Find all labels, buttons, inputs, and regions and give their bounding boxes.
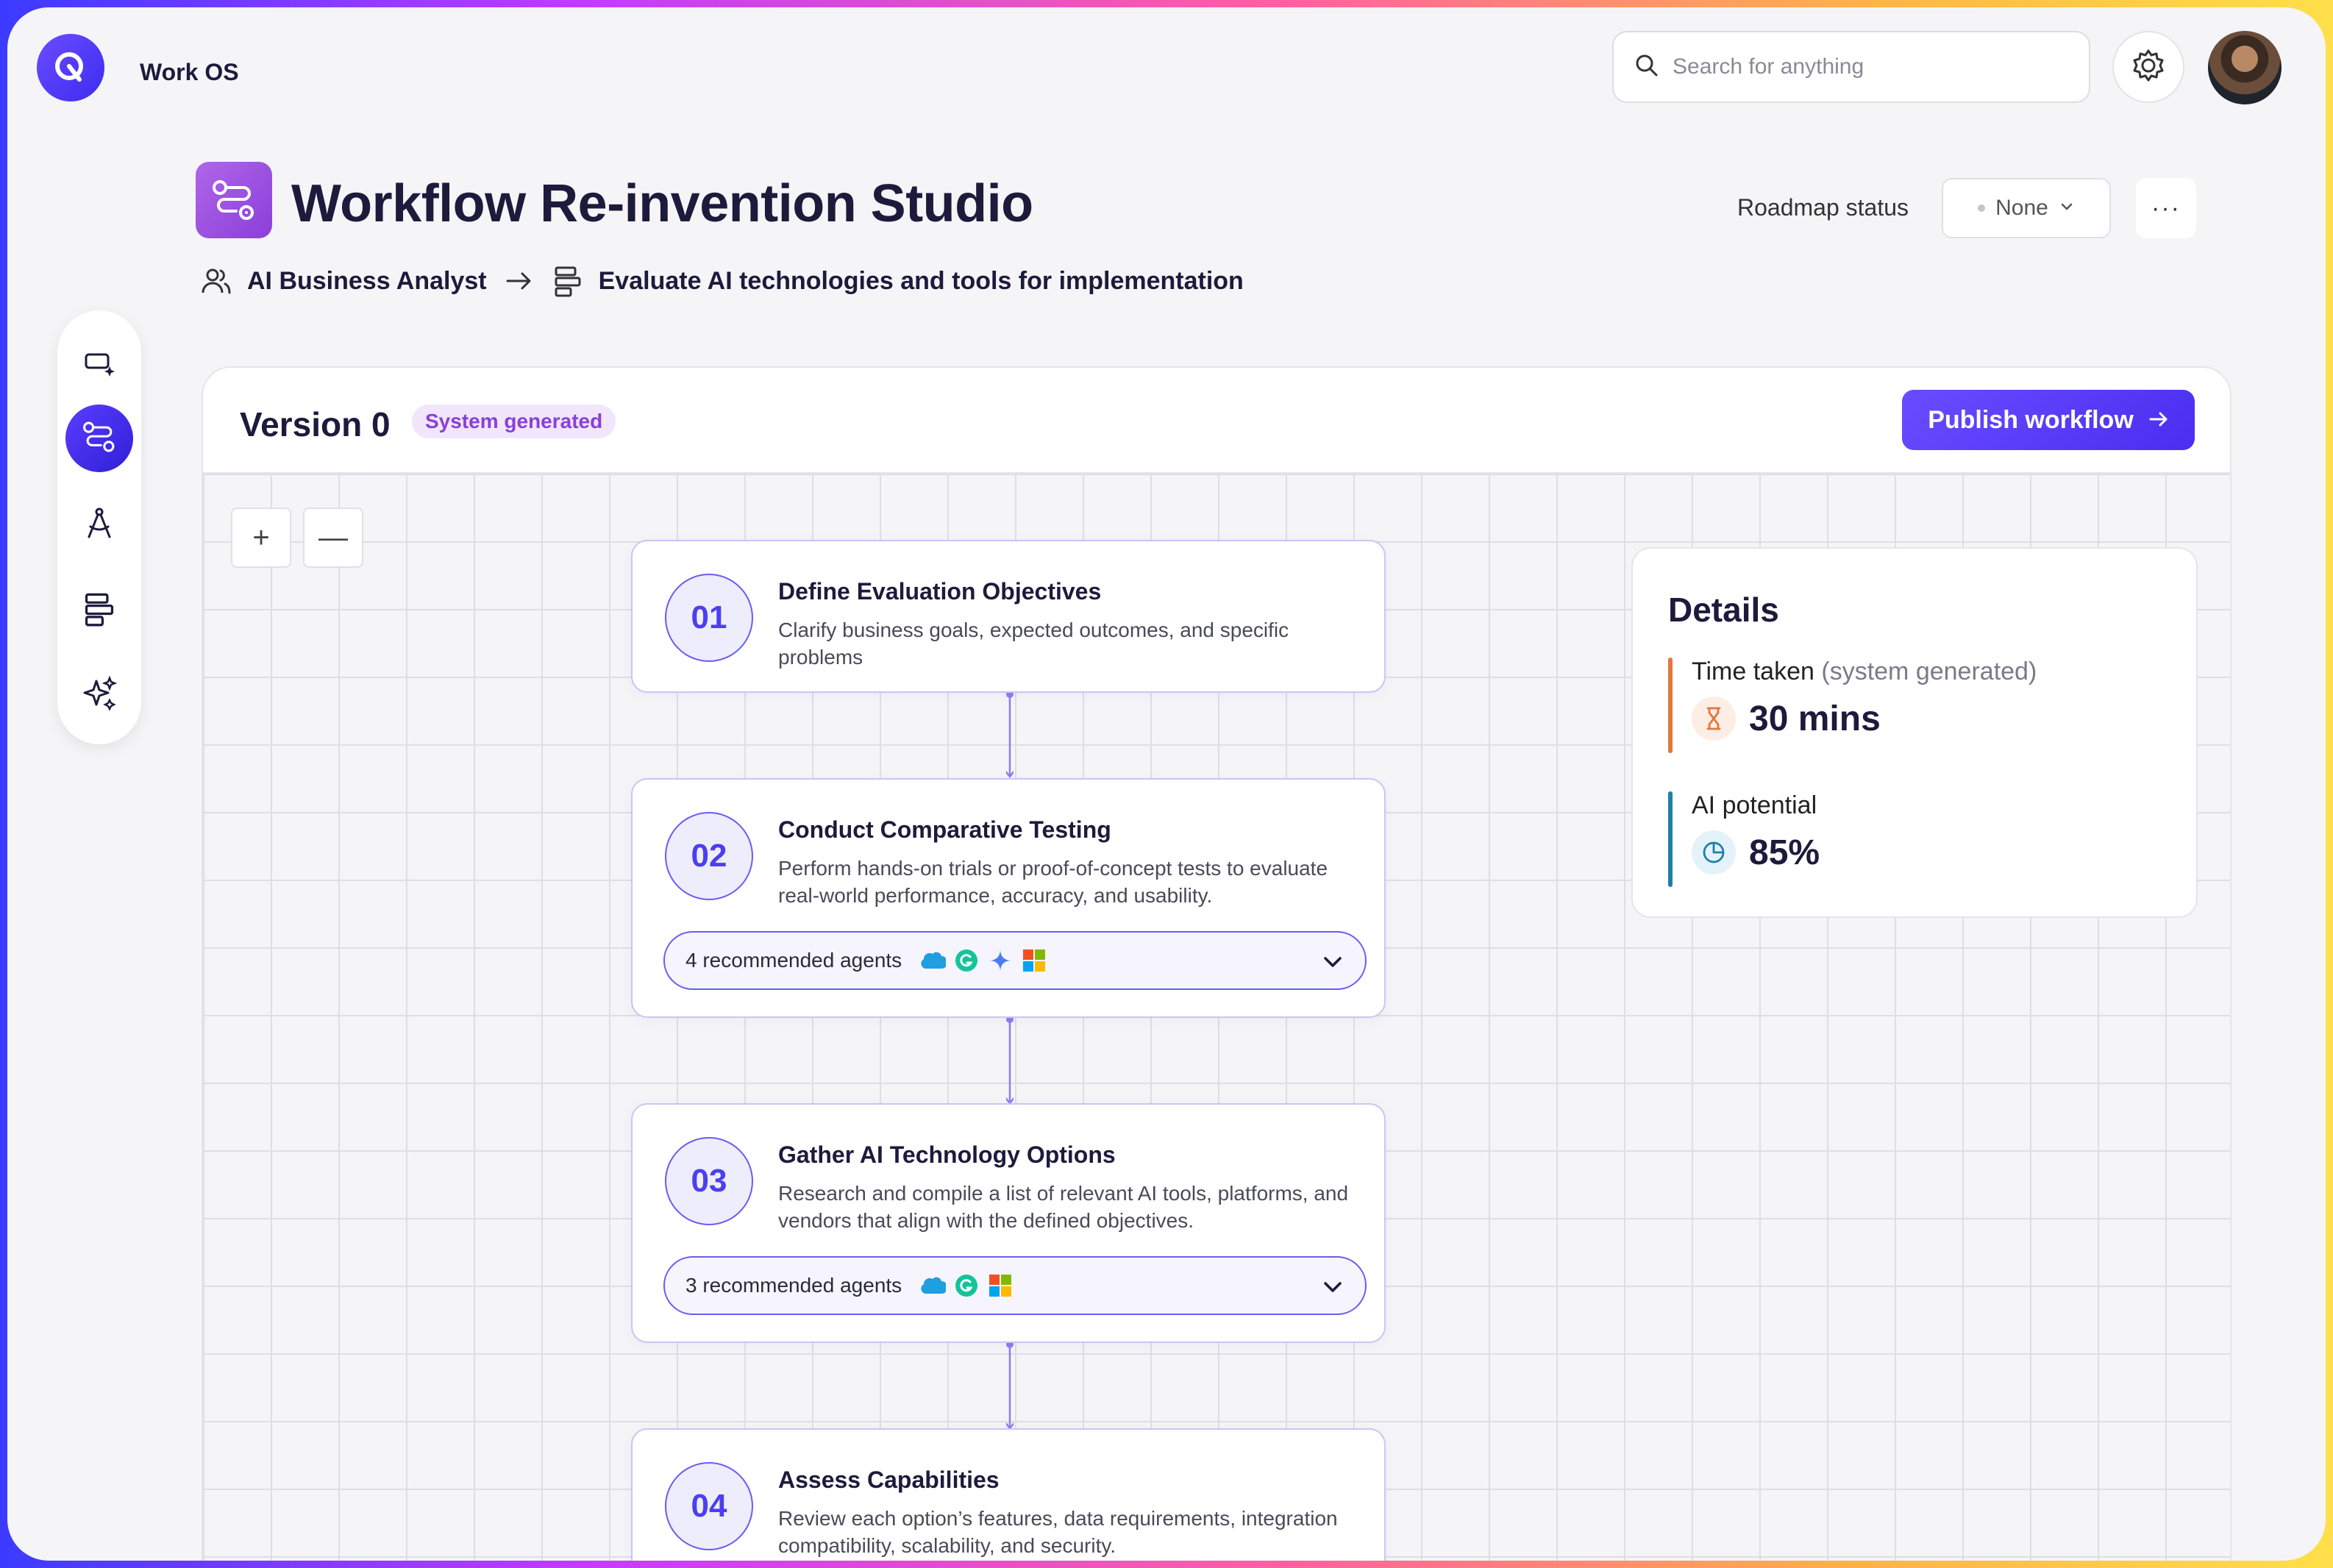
- search-input[interactable]: [1673, 54, 2070, 79]
- step-description: Research and compile a list of relevant …: [778, 1182, 1349, 1232]
- salesforce-icon: [919, 1272, 947, 1299]
- salesforce-icon: [919, 947, 947, 974]
- step-number: 02: [665, 812, 753, 900]
- grammarly-icon: [953, 947, 980, 974]
- metric-accent-bar: [1668, 791, 1673, 887]
- breadcrumb-role[interactable]: AI Business Analyst: [247, 267, 487, 296]
- user-avatar[interactable]: [2208, 31, 2282, 104]
- time-taken-label: Time taken: [1692, 658, 1814, 685]
- step-number: 03: [665, 1137, 753, 1225]
- publish-workflow-button[interactable]: Publish workflow: [1902, 390, 2195, 450]
- step-connector: [1006, 691, 1014, 779]
- agents-label: 4 recommended agents: [685, 949, 902, 972]
- app-logo-icon[interactable]: [37, 34, 104, 101]
- time-taken-metric: Time taken (system generated) 30 mins: [1668, 658, 2168, 753]
- publish-label: Publish workflow: [1928, 405, 2134, 434]
- step-description: Clarify business goals, expected outcome…: [778, 619, 1289, 669]
- workflow-step[interactable]: 03 Gather AI Technology Options Research…: [631, 1103, 1386, 1343]
- search-icon: [1634, 53, 1659, 82]
- grammarly-icon: [953, 1272, 980, 1299]
- sidebar-item-tasks-list[interactable]: [65, 577, 133, 644]
- recommended-agents-dropdown[interactable]: 3 recommended agents: [663, 1256, 1367, 1315]
- workflow-icon: [196, 162, 272, 238]
- ai-potential-value: 85%: [1749, 833, 1820, 872]
- version-title: Version 0: [240, 405, 391, 443]
- pie-chart-icon: [1692, 830, 1736, 874]
- sidebar-item-workflow[interactable]: [65, 405, 133, 472]
- recommended-agents-dropdown[interactable]: 4 recommended agents: [663, 931, 1367, 990]
- hourglass-icon: [1692, 696, 1736, 741]
- users-icon: [200, 265, 232, 297]
- system-generated-badge: System generated: [412, 405, 616, 438]
- workflow-step[interactable]: 04 Assess Capabilities Review each optio…: [631, 1428, 1386, 1561]
- sidebar-item-ai[interactable]: [65, 662, 133, 730]
- chevron-down-icon: [2059, 196, 2075, 221]
- zoom-in-button[interactable]: +: [231, 507, 291, 568]
- chevron-down-icon: [1319, 1274, 1346, 1305]
- agents-label: 3 recommended agents: [685, 1274, 902, 1297]
- step-description: Review each option’s features, data requ…: [778, 1507, 1338, 1557]
- task-list-icon: [82, 591, 117, 630]
- microsoft-icon: [1021, 947, 1047, 974]
- page-title: Workflow Re-invention Studio: [291, 174, 1033, 233]
- step-connector: [1006, 1341, 1014, 1430]
- ai-potential-label: AI potential: [1692, 791, 1817, 819]
- breadcrumb-task[interactable]: Evaluate AI technologies and tools for i…: [599, 267, 1244, 296]
- step-connector: [1006, 1016, 1014, 1105]
- breadcrumb: AI Business Analyst Evaluate AI technolo…: [200, 265, 1244, 297]
- gemini-icon: [987, 947, 1014, 974]
- details-title: Details: [1668, 591, 1779, 629]
- version-header: Version 0 System generated Publish workf…: [202, 366, 2232, 474]
- roadmap-status-select[interactable]: None: [1942, 178, 2111, 238]
- gear-icon: [2129, 46, 2168, 88]
- arrow-right-icon: [505, 269, 534, 293]
- left-sidebar: [57, 310, 141, 744]
- chevron-down-icon: [1319, 949, 1346, 980]
- agent-logos: [919, 1272, 1014, 1299]
- step-title: Gather AI Technology Options: [778, 1141, 1116, 1168]
- app-frame: Work OS Workflow Re-invention Studio AI …: [7, 7, 2326, 1561]
- sidebar-item-design[interactable]: [65, 491, 133, 559]
- step-number: 01: [665, 574, 753, 662]
- arrow-right-icon: [2148, 406, 2169, 435]
- workflow-step[interactable]: 01 Define Evaluation Objectives Clarify …: [631, 540, 1386, 693]
- sidebar-item-tasks[interactable]: [65, 332, 133, 400]
- task-list-icon: [552, 265, 584, 297]
- time-taken-sublabel: (system generated): [1821, 658, 2037, 685]
- step-title: Conduct Comparative Testing: [778, 816, 1111, 843]
- status-dot-icon: [1978, 204, 1986, 212]
- zoom-out-button[interactable]: —: [303, 507, 363, 568]
- time-taken-value: 30 mins: [1749, 699, 1881, 738]
- roadmap-status-label: Roadmap status: [1737, 194, 1909, 221]
- step-number: 04: [665, 1462, 753, 1550]
- step-title: Define Evaluation Objectives: [778, 578, 1102, 605]
- roadmap-status-value: None: [1995, 196, 2048, 220]
- details-panel: Details Time taken (system generated) 30…: [1631, 547, 2198, 918]
- workflow-icon: [81, 418, 118, 459]
- agent-logos: [919, 947, 1047, 974]
- metric-accent-bar: [1668, 658, 1673, 753]
- more-options-button[interactable]: ···: [2136, 178, 2196, 238]
- microsoft-icon: [987, 1272, 1014, 1299]
- ai-potential-metric: AI potential 85%: [1668, 791, 2168, 887]
- screen-sparkle-icon: [82, 347, 117, 386]
- step-title: Assess Capabilities: [778, 1467, 1000, 1493]
- workflow-step[interactable]: 02 Conduct Comparative Testing Perform h…: [631, 778, 1386, 1018]
- compass-icon: [82, 506, 117, 545]
- search-box[interactable]: [1612, 31, 2090, 103]
- settings-button[interactable]: [2112, 31, 2184, 103]
- sparkles-icon: [80, 675, 118, 717]
- app-name: Work OS: [140, 59, 239, 85]
- step-description: Perform hands-on trials or proof-of-conc…: [778, 857, 1328, 907]
